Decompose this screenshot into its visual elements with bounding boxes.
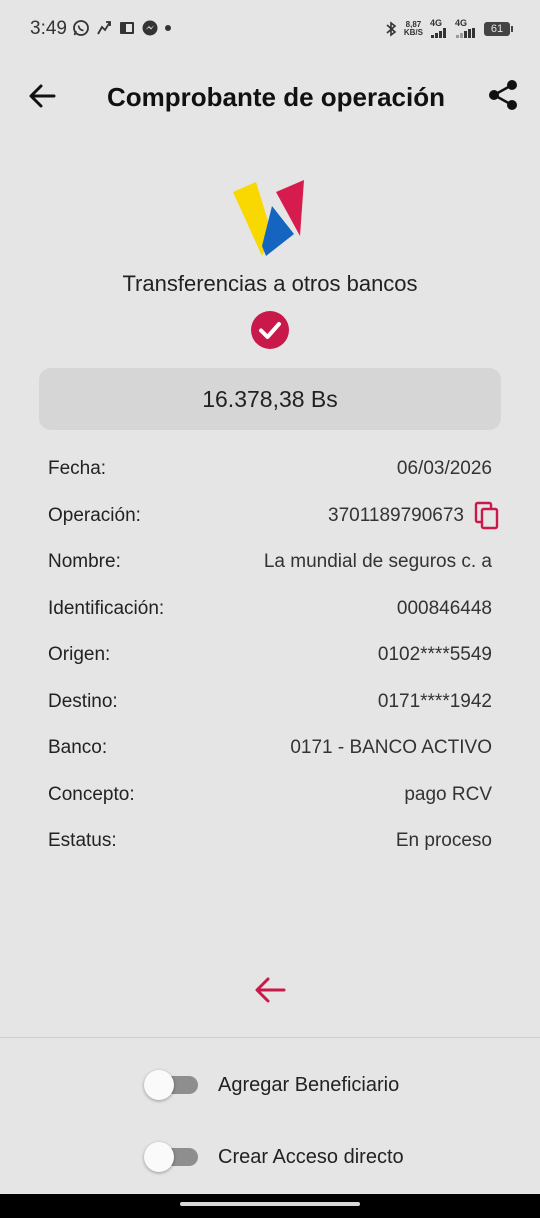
check-circle-icon bbox=[251, 311, 289, 349]
shortcut-toggle[interactable] bbox=[144, 1142, 198, 1172]
detail-value: La mundial de seguros c. a bbox=[263, 551, 492, 573]
detail-label: Origen: bbox=[48, 644, 111, 666]
copy-icon[interactable] bbox=[474, 501, 500, 531]
detail-row-origen: Origen: 0102****5549 bbox=[48, 632, 492, 679]
detail-row-operacion: Operación: 3701189790673 bbox=[48, 493, 499, 540]
detail-label: Banco: bbox=[48, 737, 108, 759]
detail-label: Identificación: bbox=[48, 597, 165, 619]
detail-row-concepto: Concepto: pago RCV bbox=[48, 772, 492, 819]
network-1: 4G bbox=[430, 18, 448, 40]
status-bar: 3:49 8,87 KB/S 4G 4G 61 bbox=[0, 0, 540, 58]
signal-icon bbox=[456, 28, 475, 38]
battery-icon: 61 bbox=[484, 22, 513, 36]
service-name: Transferencias a otros bancos bbox=[122, 271, 418, 296]
document-icon bbox=[120, 22, 134, 34]
toggle-row-acceso: Crear Acceso directo bbox=[144, 1142, 404, 1172]
divider bbox=[0, 1037, 540, 1038]
whatsapp-icon bbox=[73, 20, 89, 36]
detail-value: 0171 - BANCO ACTIVO bbox=[290, 737, 492, 759]
detail-value: pago RCV bbox=[404, 783, 492, 805]
activity-icon bbox=[97, 21, 111, 35]
detail-row-banco: Banco: 0171 - BANCO ACTIVO bbox=[48, 725, 492, 772]
network-2: 4G bbox=[455, 18, 477, 40]
app-bar: Comprobante de operación bbox=[0, 70, 540, 126]
detail-label: Operación: bbox=[48, 504, 141, 526]
status-value: En proceso bbox=[395, 830, 492, 852]
operation-number: 3701189790673 bbox=[328, 504, 464, 526]
navigation-bar bbox=[0, 1194, 540, 1218]
detail-row-nombre: Nombre: La mundial de seguros c. a bbox=[48, 539, 492, 586]
detail-value: 06/03/2026 bbox=[396, 458, 492, 480]
detail-value: 0171****1942 bbox=[377, 690, 492, 712]
detail-label: Concepto: bbox=[48, 783, 135, 805]
operation-details: Fecha: 06/03/2026 Operación: 37011897906… bbox=[48, 446, 499, 865]
detail-label: Estatus: bbox=[48, 830, 117, 852]
detail-value: 0102****5549 bbox=[377, 644, 492, 666]
detail-row-fecha: Fecha: 06/03/2026 bbox=[48, 446, 492, 493]
toggle-label: Agregar Beneficiario bbox=[218, 1073, 400, 1096]
signal-icon bbox=[431, 28, 446, 38]
status-time: 3:49 bbox=[30, 18, 67, 39]
back-arrow-icon[interactable] bbox=[252, 972, 288, 1008]
toggle-label: Crear Acceso directo bbox=[218, 1145, 404, 1168]
detail-label: Nombre: bbox=[48, 551, 121, 573]
amount-display: 16.378,38 Bs bbox=[39, 368, 501, 430]
share-icon[interactable] bbox=[486, 78, 520, 112]
detail-value: 000846448 bbox=[396, 597, 492, 619]
page-title: Comprobante de operación bbox=[106, 82, 446, 112]
detail-row-destino: Destino: 0171****1942 bbox=[48, 679, 492, 726]
beneficiary-toggle[interactable] bbox=[144, 1070, 198, 1100]
toggle-row-beneficiario: Agregar Beneficiario bbox=[144, 1070, 400, 1100]
detail-row-estatus: Estatus: En proceso bbox=[48, 818, 492, 865]
detail-row-identificacion: Identificación: 000846448 bbox=[48, 586, 492, 633]
detail-label: Fecha: bbox=[48, 458, 107, 480]
home-indicator[interactable] bbox=[180, 1202, 360, 1206]
network-speed: 8,87 KB/S bbox=[403, 20, 423, 37]
bank-logo bbox=[233, 180, 304, 256]
detail-label: Destino: bbox=[48, 690, 118, 712]
dot-icon bbox=[165, 25, 171, 31]
bluetooth-icon bbox=[386, 21, 397, 37]
messenger-icon bbox=[142, 20, 158, 36]
